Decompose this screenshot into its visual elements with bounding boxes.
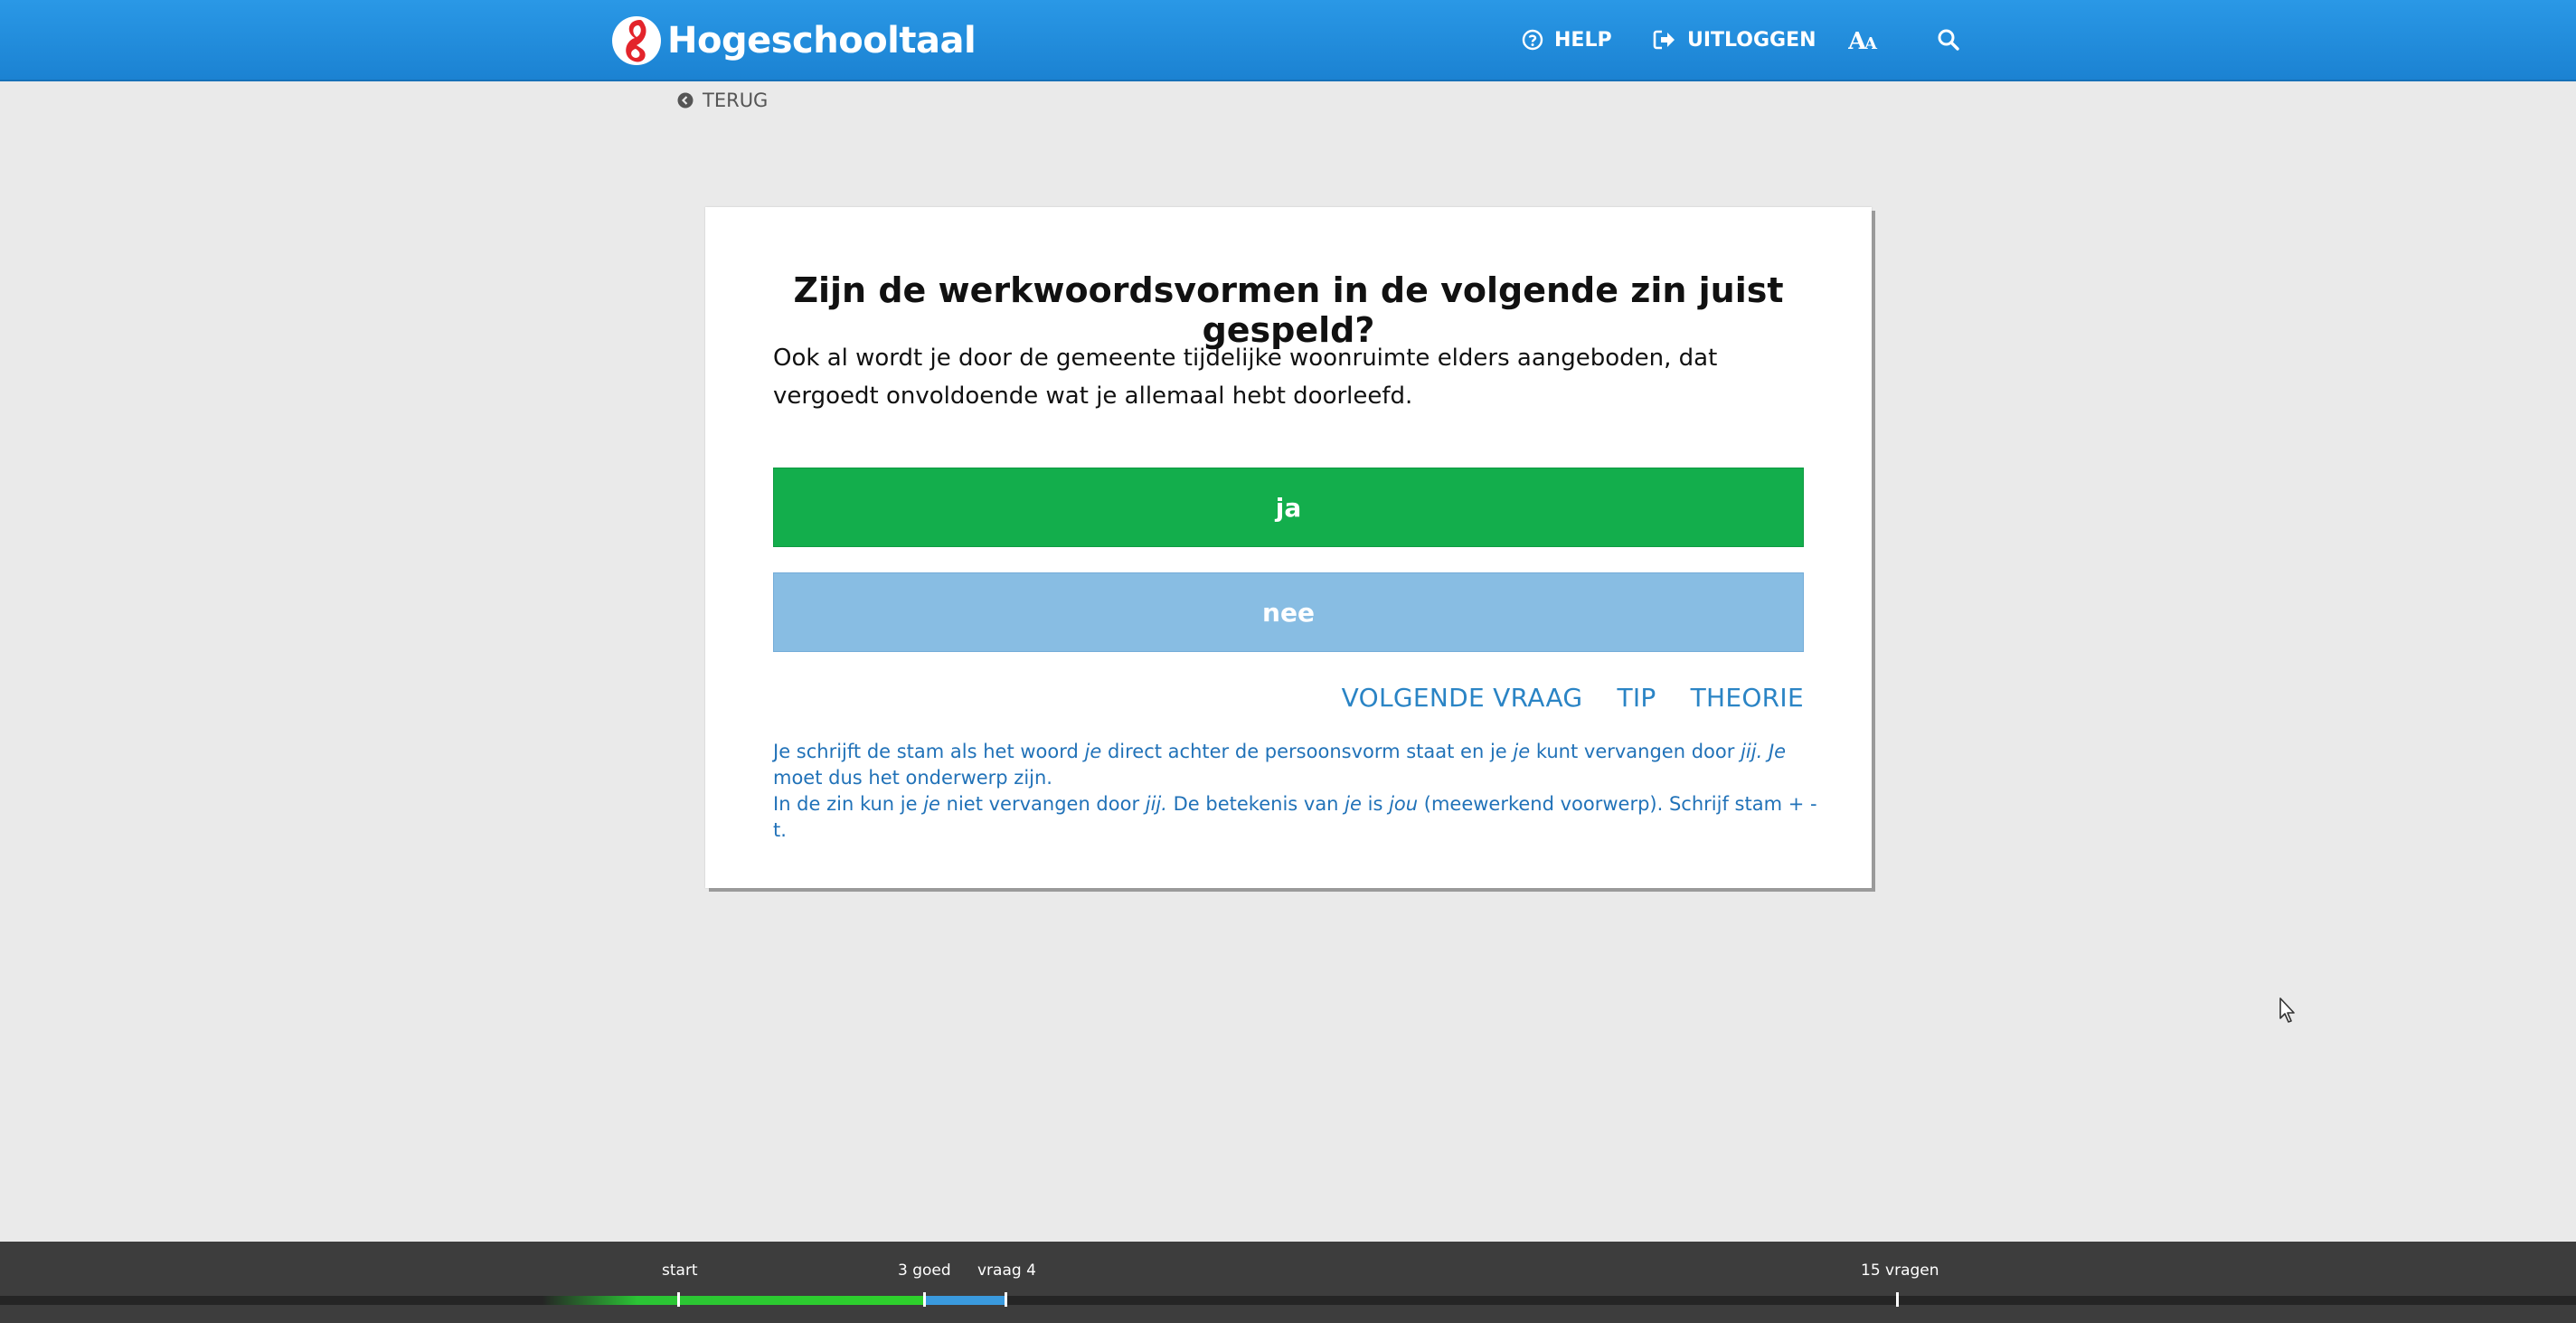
search-icon xyxy=(1938,29,1959,51)
sign-out-icon xyxy=(1653,30,1675,50)
brand-name: Hogeschooltaal xyxy=(667,20,977,61)
search-button[interactable] xyxy=(1937,22,1960,58)
progress-start-label: start xyxy=(662,1262,698,1280)
font-size-icon: A A xyxy=(1848,28,1878,52)
progress-correct-tick xyxy=(922,1292,926,1307)
font-size-button[interactable]: A A xyxy=(1848,22,1881,58)
progress-total-label: 15 vragen xyxy=(1861,1262,1939,1280)
progress-correct-label: 3 goed xyxy=(898,1262,951,1280)
answer-label: ja xyxy=(1275,492,1302,523)
progress-track xyxy=(0,1296,2576,1305)
tip-link[interactable]: TIP xyxy=(1617,683,1656,713)
logout-button[interactable]: UITLOGGEN xyxy=(1653,22,1816,58)
feedback-explanation: Je schrijft de stam als het woord je dir… xyxy=(773,739,1822,844)
exercise-actions: VOLGENDE VRAAG TIP THEORIE xyxy=(1342,683,1804,713)
progress-bar: start 3 goed vraag 4 15 vragen xyxy=(0,1242,2576,1323)
question-circle-icon xyxy=(1522,29,1543,51)
brand-logo[interactable]: Hogeschooltaal xyxy=(611,13,977,69)
progress-end-tick xyxy=(1896,1292,1899,1307)
theory-link[interactable]: THEORIE xyxy=(1691,683,1804,713)
back-label: TERUG xyxy=(703,90,769,111)
exercise-sentence: Ook al wordt je door de gemeente tijdeli… xyxy=(773,345,1718,410)
help-label: HELP xyxy=(1554,28,1612,52)
progress-current-label: vraag 4 xyxy=(977,1262,1036,1280)
back-link[interactable]: TERUG xyxy=(677,88,768,113)
answer-option-ja[interactable]: ja xyxy=(773,468,1804,547)
svg-text:A: A xyxy=(1864,34,1878,52)
chevron-left-circle-icon xyxy=(677,92,694,109)
feedback-line-2: In de zin kun je je niet vervangen door … xyxy=(773,793,1817,841)
feedback-line-1: Je schrijft de stam als het woord je dir… xyxy=(773,741,1787,789)
logout-label: UITLOGGEN xyxy=(1687,28,1816,52)
progress-start-tick xyxy=(677,1292,680,1307)
progress-current-tick xyxy=(1004,1292,1007,1307)
top-navigation-bar: Hogeschooltaal HELP UITLOGGEN A A xyxy=(0,0,2576,81)
progress-current-fill xyxy=(922,1296,1005,1305)
help-button[interactable]: HELP xyxy=(1522,22,1612,58)
logo-mark-icon xyxy=(612,16,661,65)
next-question-link[interactable]: VOLGENDE VRAAG xyxy=(1342,683,1583,713)
answer-label: nee xyxy=(1262,597,1315,628)
answer-option-nee[interactable]: nee xyxy=(773,572,1804,652)
progress-correct-fill xyxy=(543,1296,923,1305)
exercise-card: Zijn de werkwoordsvormen in de volgende … xyxy=(705,207,1872,888)
question-title: Zijn de werkwoordsvormen in de volgende … xyxy=(793,270,1784,350)
mouse-pointer-icon xyxy=(2279,997,2295,1023)
